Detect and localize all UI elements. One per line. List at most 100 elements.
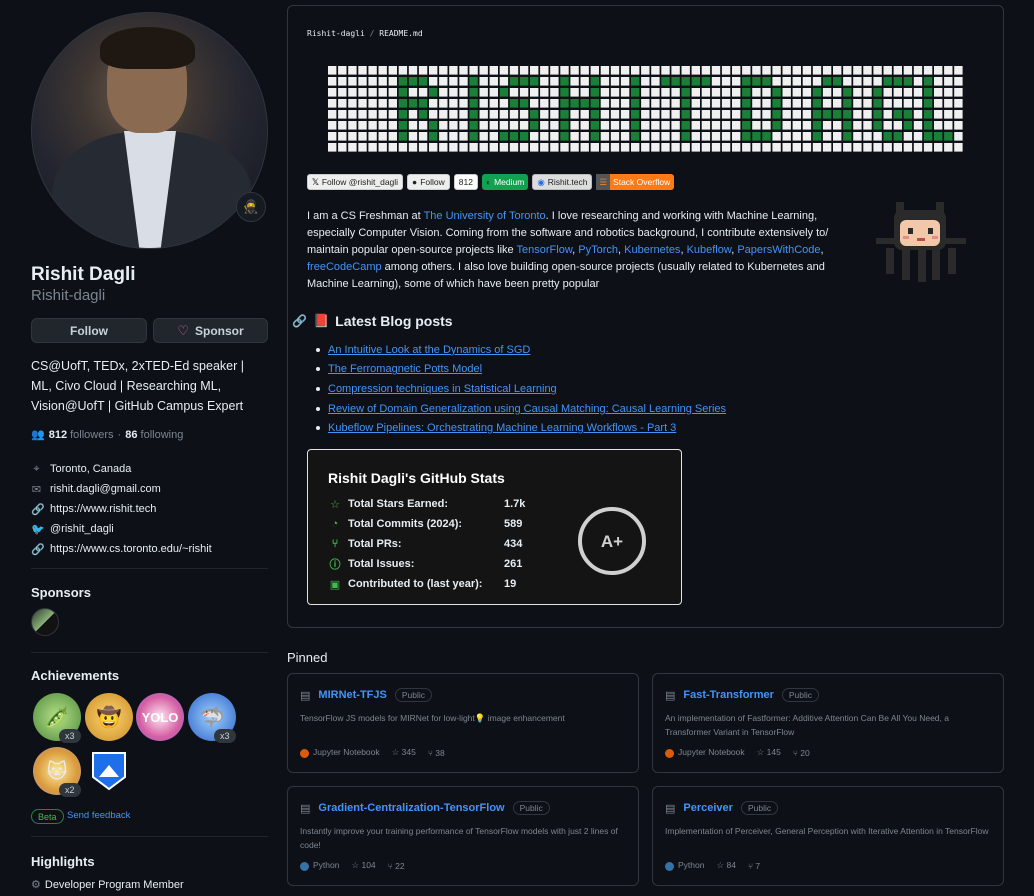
blog-post-link[interactable]: The Ferromagnetic Potts Model (328, 363, 482, 375)
website-row[interactable]: 🔗 https://www.rishit.tech (31, 499, 268, 519)
followers-link[interactable]: 812 followers (49, 429, 114, 441)
banner-pixel (560, 99, 569, 108)
sponsor-button-label: Sponsor (194, 323, 244, 338)
website-link[interactable]: https://www.rishit.tech (50, 503, 156, 515)
email-row[interactable]: ✉ rishit.dagli@gmail.com (31, 479, 268, 499)
blog-post-link[interactable]: Review of Domain Generalization using Ca… (328, 403, 726, 415)
banner-pixel (358, 110, 367, 119)
banner-pixel (711, 143, 721, 152)
banner-pixel (934, 99, 943, 108)
tensorflow-link[interactable]: TensorFlow (517, 244, 573, 256)
kubernetes-link[interactable]: Kubernetes (624, 244, 680, 256)
banner-pixel (833, 99, 842, 108)
twitter-follow-badge[interactable]: 𝕏 Follow @rishit_dagli (307, 174, 404, 190)
profile-bio: CS@UofT, TEDx, 2xTED-Ed speaker | ML, Ci… (31, 359, 244, 413)
banner-pixel (519, 66, 529, 75)
repo-name-link[interactable]: Fast-Transformer (683, 689, 773, 701)
banner-pixel (530, 121, 539, 130)
banner-pixel (883, 143, 892, 152)
stars-link[interactable]: ☆ 145 (757, 747, 781, 758)
banner-pixel (509, 88, 519, 97)
medium-badge[interactable]: ◐ Medium (481, 174, 529, 190)
stars-link[interactable]: ☆ 84 (716, 860, 735, 871)
banner-pixel (469, 99, 478, 108)
repo-description: An implementation of Fastformer: Additiv… (665, 713, 949, 737)
stackoverflow-badge[interactable]: ☰ Stack Overflow (596, 174, 675, 190)
github-follow-badge[interactable]: ● Follow (407, 174, 450, 190)
social-link[interactable]: https://www.cs.toronto.edu/~rishit (50, 543, 212, 555)
twitter-link[interactable]: @rishit_dagli (50, 523, 114, 535)
banner-pixel (459, 88, 468, 97)
pytorch-link[interactable]: PyTorch (578, 244, 618, 256)
banner-pixel (540, 110, 549, 119)
banner-pixel (631, 143, 640, 152)
repo-name-link[interactable]: Perceiver (683, 802, 733, 814)
yolo-icon[interactable]: YOLO (136, 693, 184, 741)
banner-pixel (358, 66, 367, 75)
highlight-item: ⚙ Developer Program Member (31, 878, 184, 892)
follower-count-badge[interactable]: 812 (453, 174, 478, 190)
banner-pixel (711, 99, 721, 108)
kubeflow-link[interactable]: Kubeflow (687, 244, 732, 256)
banner-pixel (449, 143, 458, 152)
banner-pixel (388, 143, 397, 152)
stats-value: 261 (504, 558, 523, 570)
banner-pixel (863, 132, 872, 141)
uoft-link[interactable]: The University of Toronto (424, 210, 546, 222)
stars-link[interactable]: ☆ 345 (392, 747, 416, 758)
status-emoji-icon[interactable]: 🥷 (236, 192, 266, 222)
banner-pixel (550, 77, 559, 86)
banner-pixel (610, 99, 620, 108)
follow-stats: 👥 812 followers · 86 following (31, 428, 183, 442)
freecodecamp-link[interactable]: freeCodeCamp (307, 261, 382, 273)
banner-pixel (378, 143, 387, 152)
paperswithcode-link[interactable]: PapersWithCode (737, 244, 820, 256)
banner-pixel (570, 132, 579, 141)
following-link[interactable]: 86 following (125, 429, 183, 441)
grade-ring: A+ (578, 507, 646, 575)
sponsor-avatar[interactable] (31, 608, 59, 636)
pinned-repo-card: ▤ Perceiver Public Implementation of Perce… (652, 786, 1004, 886)
forks-link[interactable]: ⑂ 20 (793, 748, 810, 758)
github-stats-card[interactable]: Rishit Dagli's GitHub Stats ☆ Total Stars… (307, 449, 682, 605)
banner-pixel (540, 77, 549, 86)
forks-link[interactable]: ⑂ 38 (428, 748, 445, 758)
arctic-code-vault-icon[interactable] (85, 747, 133, 795)
banner-pixel (782, 66, 791, 75)
starstruck-icon[interactable]: 🤠 (85, 693, 133, 741)
send-feedback-link[interactable]: Send feedback (67, 810, 130, 821)
banner-pixel (893, 99, 902, 108)
banner-pixel (762, 132, 771, 141)
banner-pixel (782, 88, 791, 97)
banner-pixel (944, 66, 953, 75)
anchor-link-icon[interactable]: 🔗 (292, 314, 307, 328)
blog-post-link[interactable]: An Intuitive Look at the Dynamics of SGD (328, 344, 530, 356)
blog-post-link[interactable]: Compression techniques in Statistical Le… (328, 383, 557, 395)
banner-pixel (600, 110, 610, 119)
stars-link[interactable]: ☆ 104 (351, 860, 375, 871)
banner-pixel (772, 132, 781, 141)
sponsor-button[interactable]: ♡ Sponsor (153, 318, 268, 343)
website-badge[interactable]: ◉ Rishit.tech (532, 174, 593, 190)
twitter-row[interactable]: 🐦 @rishit_dagli (31, 519, 268, 539)
repo-name-link[interactable]: Gradient-Centralization-TensorFlow (318, 802, 504, 814)
visibility-badge: Public (781, 688, 820, 702)
follow-button[interactable]: Follow (31, 318, 147, 343)
banner-pixel (338, 99, 347, 108)
forks-link[interactable]: ⑂ 7 (748, 861, 760, 871)
readme-owner[interactable]: Rishit-dagli (307, 29, 365, 38)
banner-pixel (398, 88, 408, 97)
blog-post-link[interactable]: Kubeflow Pipelines: Orchestrating Machin… (328, 422, 676, 434)
follow-separator: · (117, 428, 122, 441)
banner-pixel (439, 66, 448, 75)
repo-name-link[interactable]: MIRNet-TFJS (318, 689, 386, 701)
link-icon: 🔗 (31, 503, 45, 516)
banner-pixel (631, 99, 640, 108)
banner-pixel (883, 99, 892, 108)
email-link[interactable]: rishit.dagli@gmail.com (50, 483, 161, 495)
avatar[interactable] (31, 12, 268, 249)
language-name: Jupyter Notebook (313, 747, 380, 758)
fork-count: 38 (435, 747, 445, 758)
forks-link[interactable]: ⑂ 22 (388, 861, 405, 871)
social-link-row[interactable]: 🔗 https://www.cs.toronto.edu/~rishit (31, 539, 268, 559)
